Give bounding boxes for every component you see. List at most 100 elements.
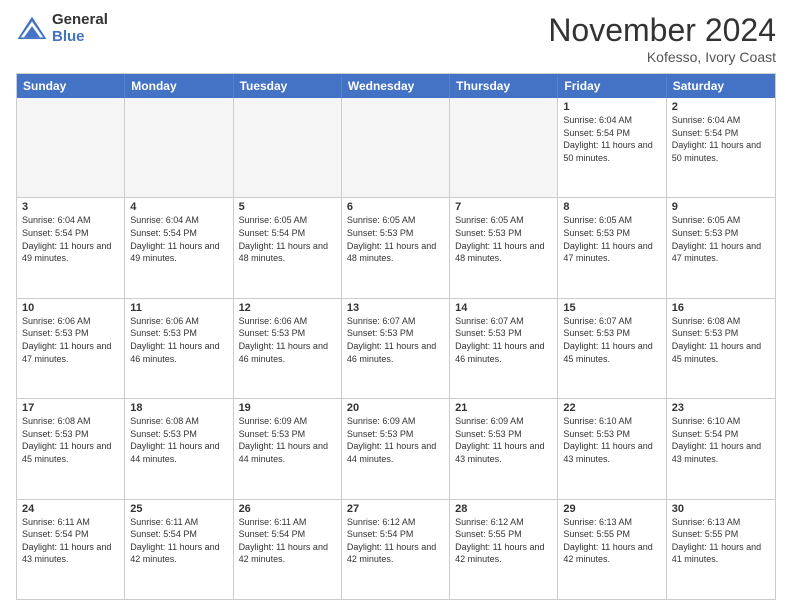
cell-info: Sunrise: 6:04 AMSunset: 5:54 PMDaylight:… (563, 114, 660, 164)
calendar-cell (125, 98, 233, 197)
day-number: 15 (563, 302, 660, 314)
calendar-cell: 16Sunrise: 6:08 AMSunset: 5:53 PMDayligh… (667, 299, 775, 398)
calendar-cell: 19Sunrise: 6:09 AMSunset: 5:53 PMDayligh… (234, 399, 342, 498)
cell-info: Sunrise: 6:04 AMSunset: 5:54 PMDaylight:… (672, 114, 770, 164)
logo-text: General Blue (52, 12, 108, 45)
day-number: 25 (130, 503, 227, 515)
day-number: 1 (563, 101, 660, 113)
day-number: 13 (347, 302, 444, 314)
calendar-cell: 9Sunrise: 6:05 AMSunset: 5:53 PMDaylight… (667, 198, 775, 297)
cell-info: Sunrise: 6:12 AMSunset: 5:54 PMDaylight:… (347, 516, 444, 566)
day-number: 23 (672, 402, 770, 414)
cell-info: Sunrise: 6:07 AMSunset: 5:53 PMDaylight:… (455, 315, 552, 365)
weekday-header: Monday (125, 74, 233, 98)
calendar-row: 3Sunrise: 6:04 AMSunset: 5:54 PMDaylight… (17, 197, 775, 297)
day-number: 22 (563, 402, 660, 414)
cell-info: Sunrise: 6:06 AMSunset: 5:53 PMDaylight:… (22, 315, 119, 365)
logo-general: General (52, 11, 108, 28)
day-number: 12 (239, 302, 336, 314)
calendar-cell: 11Sunrise: 6:06 AMSunset: 5:53 PMDayligh… (125, 299, 233, 398)
cell-info: Sunrise: 6:05 AMSunset: 5:54 PMDaylight:… (239, 214, 336, 264)
day-number: 18 (130, 402, 227, 414)
day-number: 2 (672, 101, 770, 113)
calendar-cell: 5Sunrise: 6:05 AMSunset: 5:54 PMDaylight… (234, 198, 342, 297)
weekday-header: Wednesday (342, 74, 450, 98)
month-title: November 2024 (548, 12, 776, 49)
calendar-row: 24Sunrise: 6:11 AMSunset: 5:54 PMDayligh… (17, 499, 775, 599)
calendar-cell: 4Sunrise: 6:04 AMSunset: 5:54 PMDaylight… (125, 198, 233, 297)
day-number: 14 (455, 302, 552, 314)
calendar-cell: 24Sunrise: 6:11 AMSunset: 5:54 PMDayligh… (17, 500, 125, 599)
day-number: 28 (455, 503, 552, 515)
cell-info: Sunrise: 6:13 AMSunset: 5:55 PMDaylight:… (672, 516, 770, 566)
weekday-header: Thursday (450, 74, 558, 98)
calendar-cell: 6Sunrise: 6:05 AMSunset: 5:53 PMDaylight… (342, 198, 450, 297)
day-number: 4 (130, 201, 227, 213)
calendar: SundayMondayTuesdayWednesdayThursdayFrid… (16, 73, 776, 600)
cell-info: Sunrise: 6:06 AMSunset: 5:53 PMDaylight:… (130, 315, 227, 365)
weekday-header: Saturday (667, 74, 775, 98)
calendar-cell (234, 98, 342, 197)
calendar-cell: 14Sunrise: 6:07 AMSunset: 5:53 PMDayligh… (450, 299, 558, 398)
calendar-row: 10Sunrise: 6:06 AMSunset: 5:53 PMDayligh… (17, 298, 775, 398)
calendar-cell: 21Sunrise: 6:09 AMSunset: 5:53 PMDayligh… (450, 399, 558, 498)
weekday-header: Friday (558, 74, 666, 98)
calendar-cell: 2Sunrise: 6:04 AMSunset: 5:54 PMDaylight… (667, 98, 775, 197)
calendar-cell: 28Sunrise: 6:12 AMSunset: 5:55 PMDayligh… (450, 500, 558, 599)
calendar-cell: 8Sunrise: 6:05 AMSunset: 5:53 PMDaylight… (558, 198, 666, 297)
calendar-cell: 26Sunrise: 6:11 AMSunset: 5:54 PMDayligh… (234, 500, 342, 599)
day-number: 19 (239, 402, 336, 414)
day-number: 20 (347, 402, 444, 414)
cell-info: Sunrise: 6:11 AMSunset: 5:54 PMDaylight:… (239, 516, 336, 566)
calendar-cell: 17Sunrise: 6:08 AMSunset: 5:53 PMDayligh… (17, 399, 125, 498)
logo-blue: Blue (52, 28, 85, 45)
day-number: 10 (22, 302, 119, 314)
day-number: 5 (239, 201, 336, 213)
calendar-cell: 23Sunrise: 6:10 AMSunset: 5:54 PMDayligh… (667, 399, 775, 498)
calendar-cell: 12Sunrise: 6:06 AMSunset: 5:53 PMDayligh… (234, 299, 342, 398)
cell-info: Sunrise: 6:04 AMSunset: 5:54 PMDaylight:… (22, 214, 119, 264)
title-block: November 2024 Kofesso, Ivory Coast (548, 12, 776, 65)
day-number: 11 (130, 302, 227, 314)
cell-info: Sunrise: 6:12 AMSunset: 5:55 PMDaylight:… (455, 516, 552, 566)
cell-info: Sunrise: 6:08 AMSunset: 5:53 PMDaylight:… (130, 415, 227, 465)
calendar-cell (450, 98, 558, 197)
day-number: 16 (672, 302, 770, 314)
day-number: 9 (672, 201, 770, 213)
cell-info: Sunrise: 6:10 AMSunset: 5:54 PMDaylight:… (672, 415, 770, 465)
cell-info: Sunrise: 6:13 AMSunset: 5:55 PMDaylight:… (563, 516, 660, 566)
cell-info: Sunrise: 6:05 AMSunset: 5:53 PMDaylight:… (347, 214, 444, 264)
day-number: 27 (347, 503, 444, 515)
day-number: 17 (22, 402, 119, 414)
cell-info: Sunrise: 6:05 AMSunset: 5:53 PMDaylight:… (672, 214, 770, 264)
calendar-body: 1Sunrise: 6:04 AMSunset: 5:54 PMDaylight… (17, 98, 775, 599)
cell-info: Sunrise: 6:11 AMSunset: 5:54 PMDaylight:… (22, 516, 119, 566)
day-number: 6 (347, 201, 444, 213)
page: General Blue November 2024 Kofesso, Ivor… (0, 0, 792, 612)
calendar-cell: 25Sunrise: 6:11 AMSunset: 5:54 PMDayligh… (125, 500, 233, 599)
day-number: 3 (22, 201, 119, 213)
cell-info: Sunrise: 6:06 AMSunset: 5:53 PMDaylight:… (239, 315, 336, 365)
logo: General Blue (16, 12, 108, 45)
weekday-header: Tuesday (234, 74, 342, 98)
calendar-cell: 22Sunrise: 6:10 AMSunset: 5:53 PMDayligh… (558, 399, 666, 498)
logo-icon (16, 15, 48, 43)
calendar-cell: 30Sunrise: 6:13 AMSunset: 5:55 PMDayligh… (667, 500, 775, 599)
cell-info: Sunrise: 6:09 AMSunset: 5:53 PMDaylight:… (347, 415, 444, 465)
calendar-cell: 15Sunrise: 6:07 AMSunset: 5:53 PMDayligh… (558, 299, 666, 398)
cell-info: Sunrise: 6:04 AMSunset: 5:54 PMDaylight:… (130, 214, 227, 264)
day-number: 30 (672, 503, 770, 515)
weekday-header: Sunday (17, 74, 125, 98)
calendar-cell: 20Sunrise: 6:09 AMSunset: 5:53 PMDayligh… (342, 399, 450, 498)
day-number: 21 (455, 402, 552, 414)
day-number: 8 (563, 201, 660, 213)
day-number: 26 (239, 503, 336, 515)
cell-info: Sunrise: 6:09 AMSunset: 5:53 PMDaylight:… (455, 415, 552, 465)
day-number: 24 (22, 503, 119, 515)
calendar-header: SundayMondayTuesdayWednesdayThursdayFrid… (17, 74, 775, 98)
calendar-row: 17 Sunrise: 6:08 AMSunset: 5:53 PMDayligh… (17, 398, 775, 498)
calendar-cell: 29Sunrise: 6:13 AMSunset: 5:55 PMDayligh… (558, 500, 666, 599)
calendar-cell: 13Sunrise: 6:07 AMSunset: 5:53 PMDayligh… (342, 299, 450, 398)
cell-info: Sunrise: 6:11 AMSunset: 5:54 PMDaylight:… (130, 516, 227, 566)
day-number: 7 (455, 201, 552, 213)
